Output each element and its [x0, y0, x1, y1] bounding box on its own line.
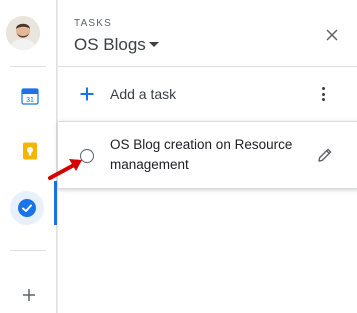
keep-icon[interactable] [21, 142, 39, 160]
user-avatar[interactable] [6, 16, 40, 50]
tasks-icon [18, 199, 36, 217]
tasks-panel: TASKS OS Blogs Add a task OS Blog creati… [57, 0, 357, 313]
add-task-label[interactable]: Add a task [110, 86, 176, 102]
add-task-row[interactable]: Add a task [58, 67, 357, 119]
calendar-icon[interactable]: 31 [21, 87, 39, 105]
close-icon[interactable] [326, 28, 338, 41]
more-options-icon[interactable] [322, 87, 326, 101]
rail-divider [10, 66, 46, 67]
get-addons-plus-icon[interactable] [22, 288, 36, 302]
add-task-plus-icon[interactable] [80, 87, 94, 101]
chevron-down-icon[interactable] [149, 42, 159, 47]
task-title[interactable]: OS Blog creation on Resource management [110, 135, 306, 175]
avatar-image [6, 16, 40, 50]
task-item[interactable]: OS Blog creation on Resource management [58, 121, 357, 189]
annotation-arrow-icon [46, 140, 90, 184]
panel-eyebrow: TASKS [74, 18, 113, 29]
pencil-icon[interactable] [317, 147, 333, 163]
list-selector[interactable]: OS Blogs [74, 35, 146, 55]
calendar-day-label: 31 [26, 97, 34, 104]
tasks-rail-button[interactable] [10, 191, 44, 225]
rail-divider [10, 250, 46, 251]
panel-header: TASKS OS Blogs [58, 0, 357, 67]
